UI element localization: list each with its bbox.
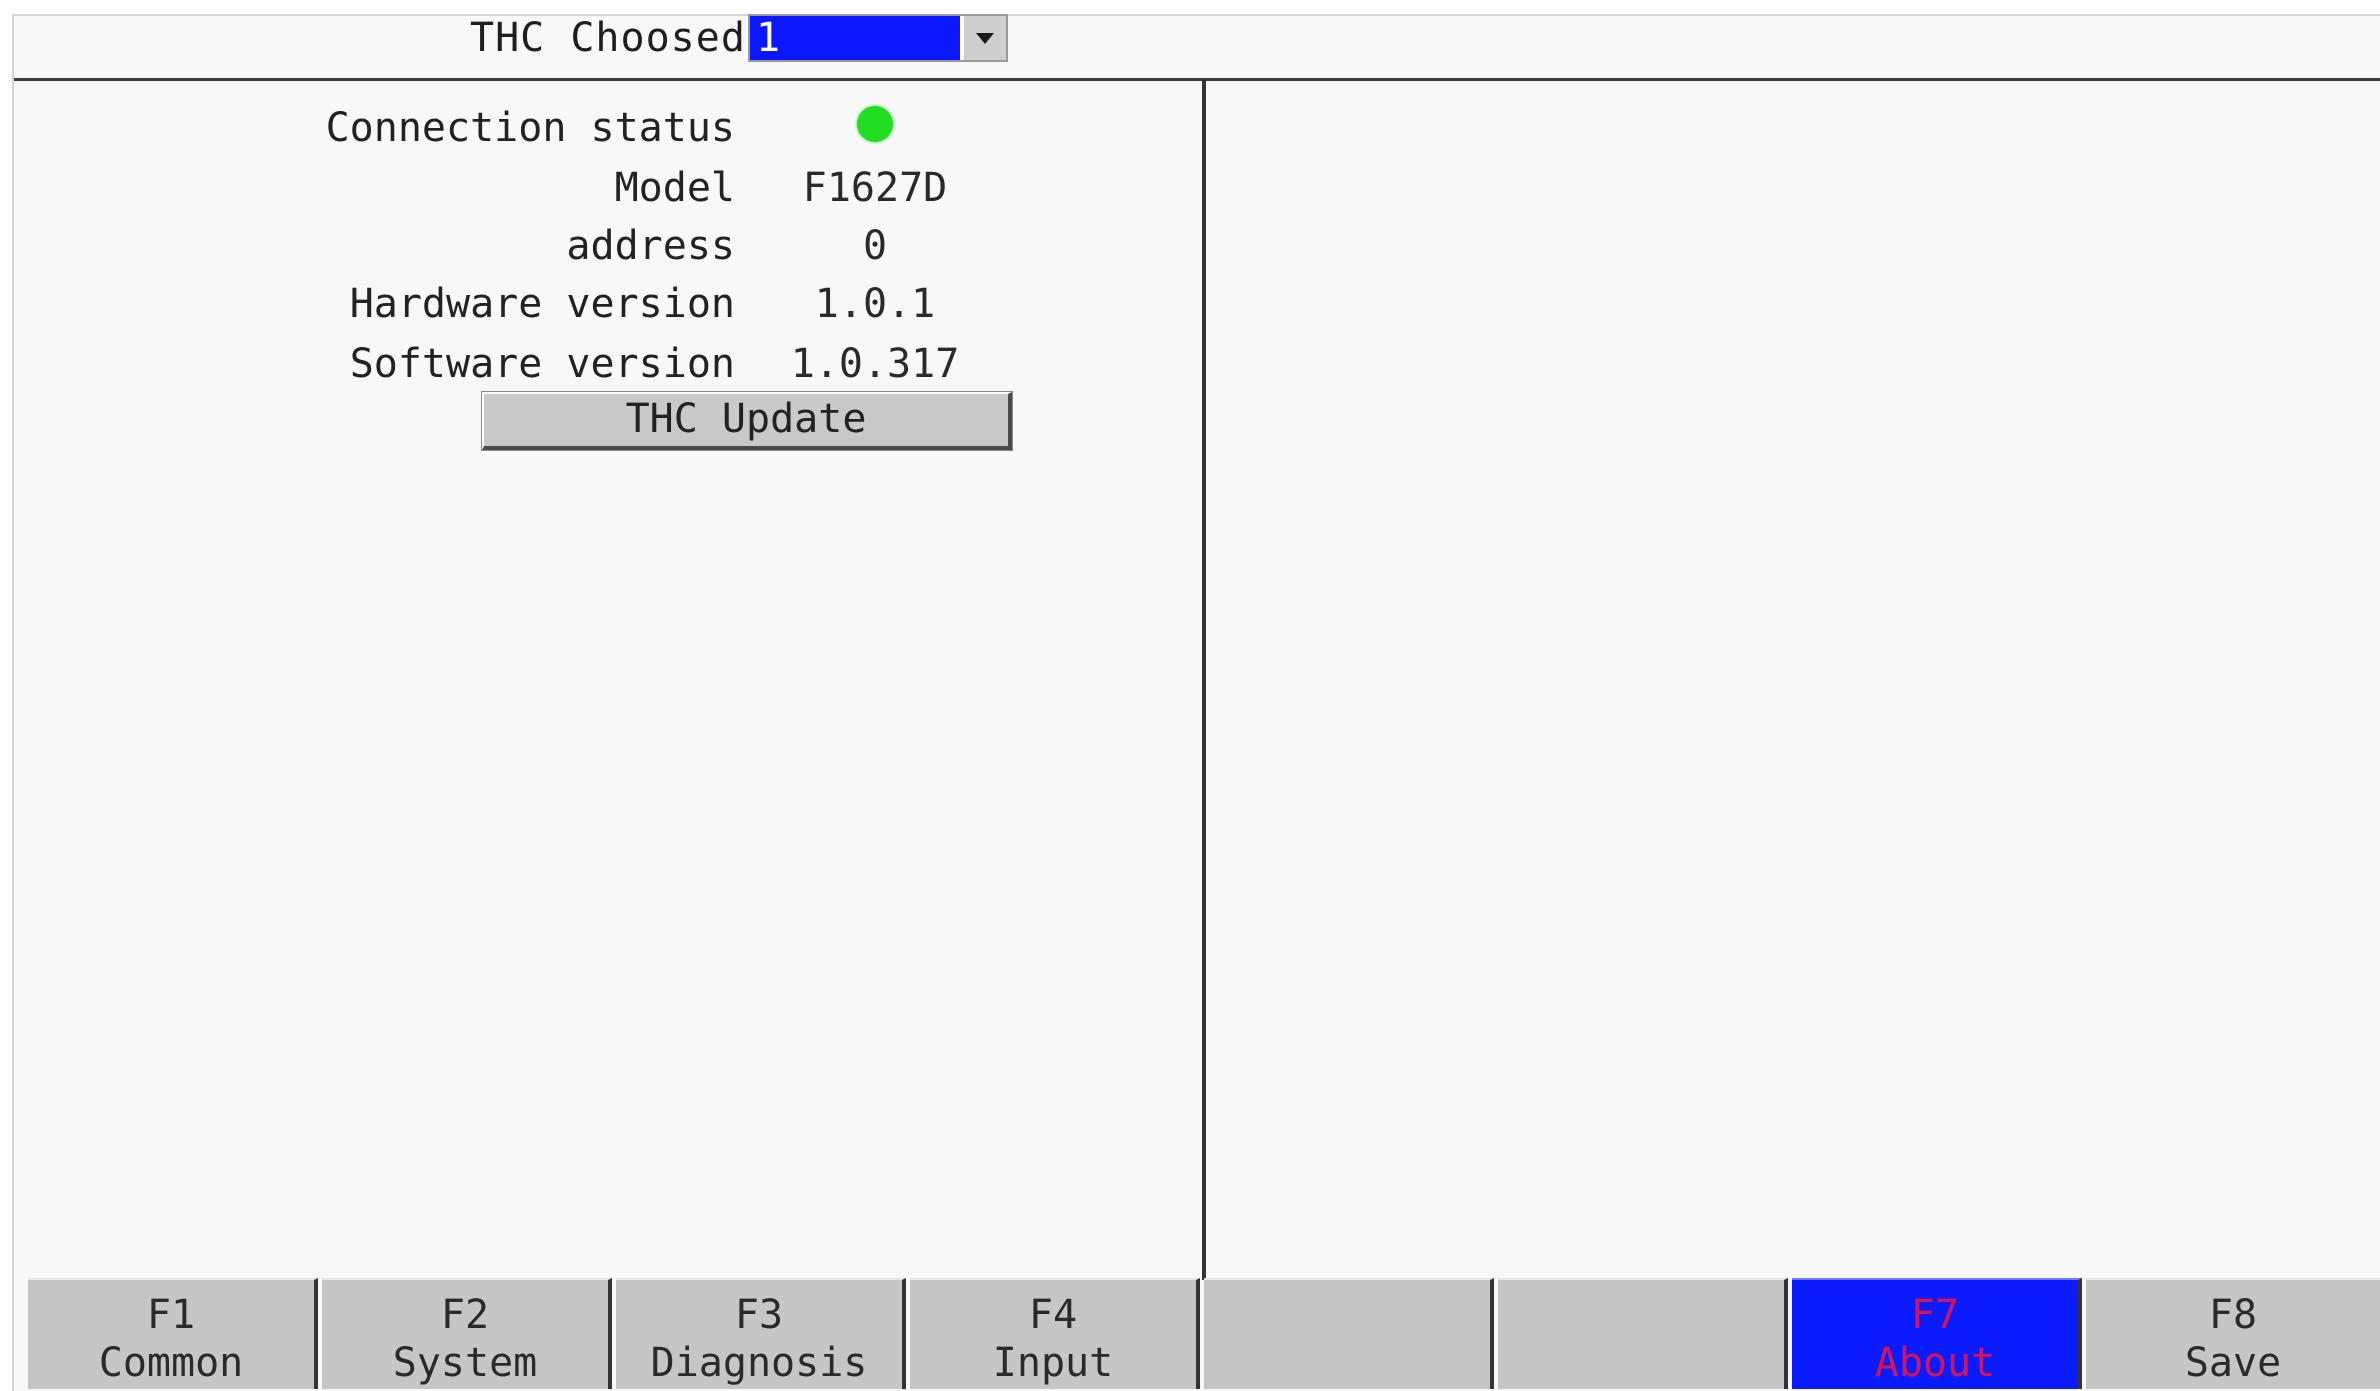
- hardware-version-label: Hardware version: [349, 281, 735, 327]
- header-divider: [14, 78, 2380, 81]
- panel-divider: [1202, 80, 1206, 1280]
- fkey-key: F2: [440, 1292, 490, 1338]
- fkey-key: F1: [146, 1292, 196, 1338]
- fkey-name: Diagnosis: [650, 1340, 868, 1386]
- fkey-f7-about[interactable]: F7 About: [1792, 1278, 2082, 1389]
- thc-select-dropdown[interactable]: 1: [748, 14, 1008, 62]
- fkey-key: [1498, 1292, 1784, 1338]
- fkey-name: Common: [98, 1340, 244, 1386]
- thc-choosed-label: THC Choosed: [470, 15, 746, 61]
- chevron-down-icon[interactable]: [962, 16, 1006, 60]
- hardware-version-value: 1.0.1: [814, 281, 936, 327]
- fkey-name: Save: [2184, 1340, 2282, 1386]
- thc-select-value[interactable]: 1: [750, 16, 960, 60]
- fkey-name: [1498, 1338, 1784, 1388]
- fkey-f8-save[interactable]: F8 Save: [2086, 1278, 2380, 1389]
- fkey-key: [1204, 1292, 1490, 1338]
- fkey-name: About: [1874, 1340, 1996, 1386]
- function-key-bar: F1 Common F2 System F3 Diagnosis F4 Inpu…: [28, 1278, 2380, 1389]
- fkey-f5-empty[interactable]: [1204, 1278, 1494, 1389]
- fkey-f3-diagnosis[interactable]: F3 Diagnosis: [616, 1278, 906, 1389]
- fkey-f4-input[interactable]: F4 Input: [910, 1278, 1200, 1389]
- model-label: Model: [614, 165, 735, 211]
- fkey-key: F3: [734, 1292, 784, 1338]
- thc-screen: [12, 14, 2380, 1391]
- fkey-f1-common[interactable]: F1 Common: [28, 1278, 318, 1389]
- address-value: 0: [862, 223, 888, 269]
- fkey-name: Input: [992, 1340, 1114, 1386]
- fkey-f2-system[interactable]: F2 System: [322, 1278, 612, 1389]
- fkey-key: F8: [2208, 1292, 2258, 1338]
- fkey-name: [1204, 1338, 1490, 1388]
- fkey-key: F7: [1910, 1292, 1960, 1338]
- software-version-label: Software version: [349, 341, 735, 387]
- fkey-key: F4: [1028, 1292, 1078, 1338]
- software-version-value: 1.0.317: [790, 341, 960, 387]
- connection-status-label: Connection status: [325, 105, 735, 151]
- fkey-f6-empty[interactable]: [1498, 1278, 1788, 1389]
- model-value: F1627D: [802, 165, 948, 211]
- thc-update-button[interactable]: THC Update: [481, 391, 1013, 451]
- fkey-name: System: [392, 1340, 538, 1386]
- address-label: address: [566, 223, 735, 269]
- connection-status-indicator: [857, 106, 893, 142]
